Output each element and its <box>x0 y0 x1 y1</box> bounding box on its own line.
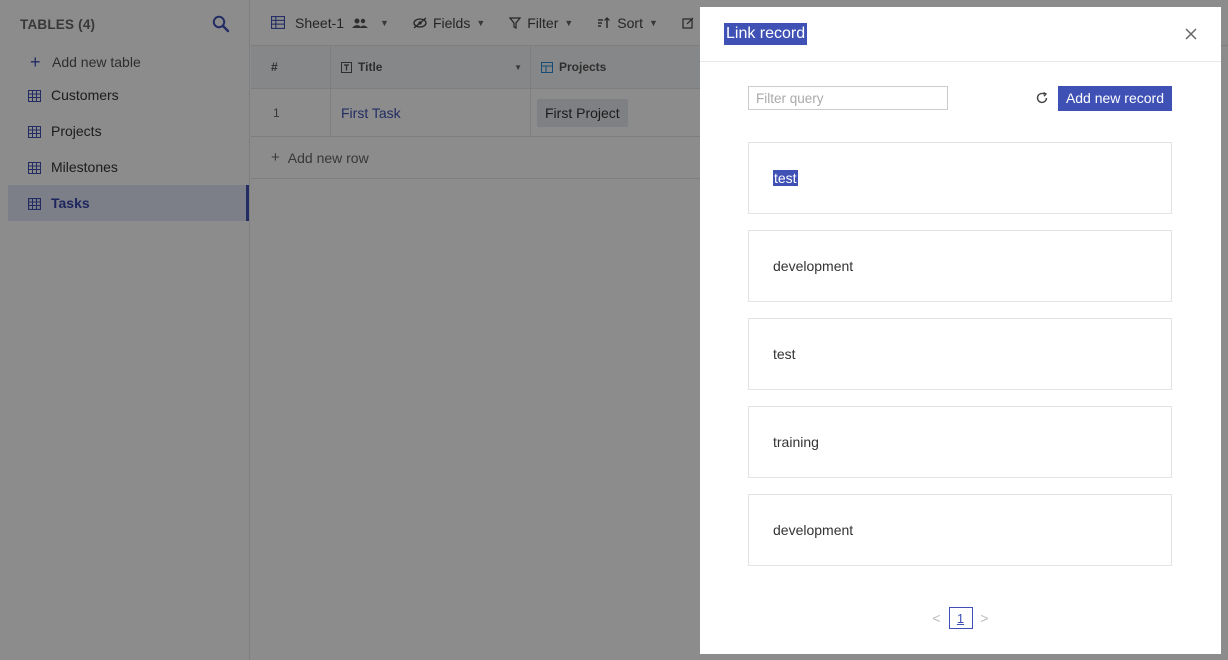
pagination-next-button[interactable]: > <box>973 610 997 626</box>
drawer-header: Link record <box>700 7 1221 62</box>
pagination: < 1 > <box>700 607 1221 629</box>
list-item[interactable]: test <box>748 142 1172 214</box>
list-item[interactable]: test <box>748 318 1172 390</box>
record-label: development <box>773 522 854 538</box>
record-label: development <box>773 258 854 274</box>
record-label: test <box>773 170 798 186</box>
list-item[interactable]: development <box>748 494 1172 566</box>
list-item[interactable]: development <box>748 230 1172 302</box>
record-label: test <box>773 346 796 362</box>
list-item[interactable]: training <box>748 406 1172 478</box>
record-list: test development test training developme… <box>748 142 1172 582</box>
filter-actions: Add new record <box>1034 85 1172 111</box>
close-icon[interactable] <box>1183 26 1199 42</box>
refresh-icon[interactable] <box>1034 90 1050 106</box>
drawer-title: Link record <box>724 23 808 45</box>
pagination-prev-button[interactable]: < <box>925 610 949 626</box>
add-new-record-button[interactable]: Add new record <box>1057 85 1172 111</box>
filter-query-input[interactable] <box>748 86 948 110</box>
record-label: training <box>773 434 819 450</box>
pagination-page-button[interactable]: 1 <box>948 607 973 629</box>
filter-bar: Add new record <box>748 85 1172 111</box>
link-record-drawer: Link record Add new record test developm… <box>700 7 1221 654</box>
